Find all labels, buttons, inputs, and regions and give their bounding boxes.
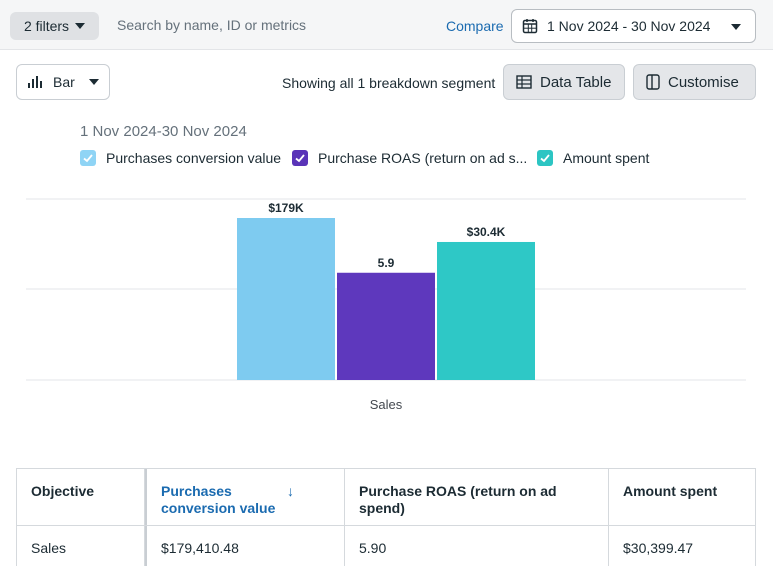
checkbox-checked-icon[interactable] [292, 150, 308, 166]
chart-type-dropdown[interactable]: Bar [16, 64, 110, 100]
segment-count-text: Showing all 1 breakdown segment [282, 75, 496, 91]
column-header-purchase-roas[interactable]: Purchase ROAS (return on ad spend) [345, 469, 609, 525]
caret-down-icon [88, 79, 99, 85]
column-header-purchases-value[interactable]: Purchases conversion value ↓ [145, 469, 345, 525]
search-input[interactable]: Search by name, ID or metrics [117, 17, 306, 33]
data-table: Objective Purchases conversion value ↓ P… [16, 468, 756, 566]
data-label: $30.4K [467, 225, 506, 239]
legend-label: Purchases conversion value [106, 150, 282, 166]
columns-icon [646, 74, 660, 90]
table-cell: $179,410.48 [145, 526, 345, 566]
checkbox-checked-icon[interactable] [537, 150, 553, 166]
bar-2[interactable] [337, 272, 435, 380]
legend-label: Purchase ROAS (return on ad s... [318, 150, 528, 166]
filters-label: 2 filters [23, 18, 70, 34]
chart-toolbar: Bar Showing all 1 breakdown segment Data… [0, 56, 773, 108]
table-icon [516, 75, 532, 89]
data-label: 5.9 [378, 256, 395, 270]
filters-button[interactable]: 2 filters [10, 12, 99, 40]
table-cell: Sales [17, 526, 145, 566]
x-tick-label: Sales [370, 397, 403, 412]
date-range-picker[interactable]: 1 Nov 2024 - 30 Nov 2024 [511, 9, 756, 43]
table-header-row: Objective Purchases conversion value ↓ P… [17, 469, 755, 526]
legend-item-purchase-roas[interactable]: Purchase ROAS (return on ad s... [292, 150, 527, 166]
caret-down-icon [731, 24, 741, 30]
customise-button[interactable]: Customise [633, 64, 756, 100]
data-table-button[interactable]: Data Table [503, 64, 625, 100]
table-cell: 5.90 [345, 526, 609, 566]
table-cell: $30,399.47 [623, 540, 694, 556]
legend-item-purchases-value[interactable]: Purchases conversion value [80, 150, 281, 166]
table-row: Sales $179,410.48 5.90 $30,399.47 [17, 526, 755, 566]
chart-type-label: Bar [53, 74, 75, 90]
compare-link[interactable]: Compare [446, 18, 504, 34]
chart-title: 1 Nov 2024-30 Nov 2024 [80, 123, 247, 140]
bar-3[interactable] [437, 241, 535, 380]
data-table-label: Data Table [540, 73, 612, 91]
legend-label: Amount spent [563, 150, 650, 166]
sort-descending-icon[interactable]: ↓ [287, 483, 294, 500]
bar-1[interactable] [237, 218, 335, 380]
ads-reporting-panel: 2 filters Search by name, ID or metrics … [0, 0, 773, 566]
bar-chart-icon [28, 76, 42, 88]
legend-item-amount-spent[interactable]: Amount spent [537, 150, 649, 166]
date-range-label: 1 Nov 2024 - 30 Nov 2024 [547, 18, 711, 34]
column-header-amount-spent[interactable]: Amount spent [609, 469, 755, 525]
column-header-label: Purchases conversion value [161, 483, 276, 516]
column-header-objective[interactable]: Objective [17, 469, 145, 525]
caret-down-icon [75, 23, 86, 29]
bar-chart: $179K 5.9 $30.4K Sales [26, 198, 746, 412]
checkbox-checked-icon[interactable] [80, 150, 96, 166]
customise-label: Customise [668, 73, 739, 91]
filter-bar: 2 filters Search by name, ID or metrics … [0, 0, 773, 50]
data-label: $179K [268, 201, 304, 215]
calendar-icon [522, 19, 538, 34]
